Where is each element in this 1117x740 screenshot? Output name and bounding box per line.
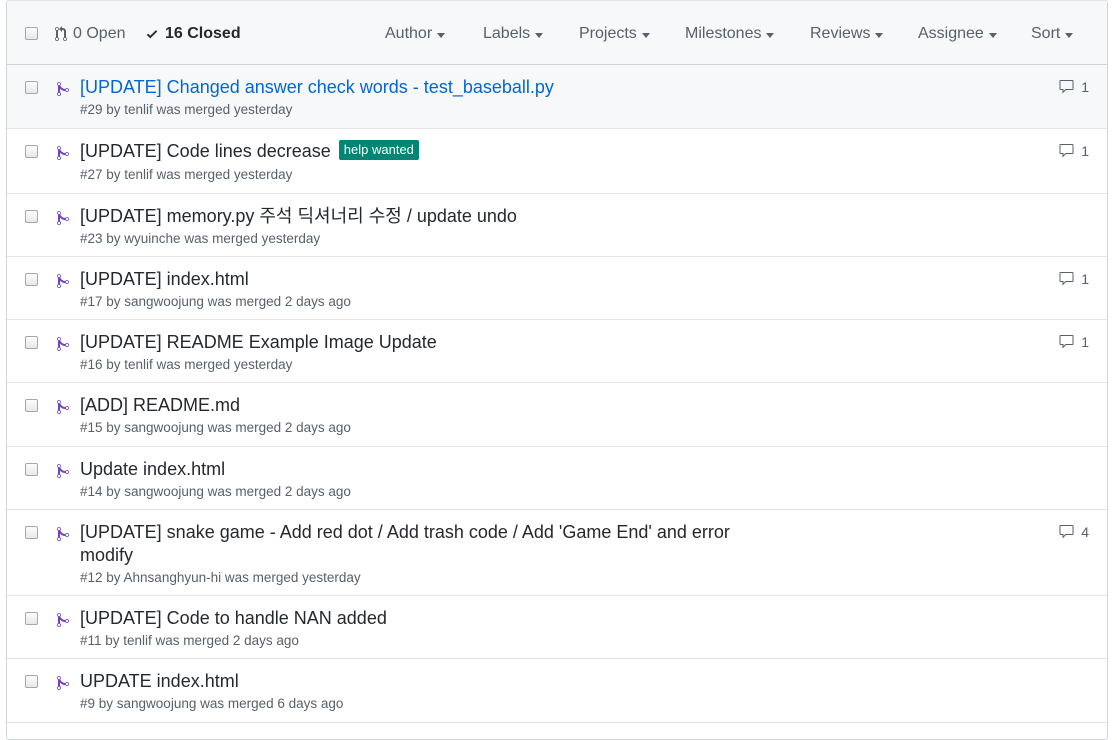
pull-request-meta: #23 by wyuinche was merged yesterday xyxy=(80,231,321,246)
git-merge-icon xyxy=(57,463,69,478)
comment-count: 1 xyxy=(1081,143,1089,159)
assignee-filter[interactable]: Assignee xyxy=(918,25,997,43)
sort-filter[interactable]: Sort xyxy=(1031,25,1074,43)
pull-request-title[interactable]: [UPDATE] README Example Image Update xyxy=(80,331,780,354)
milestones-filter-label: Milestones xyxy=(685,25,762,42)
pull-request-meta: #16 by tenlif was merged yesterday xyxy=(80,357,293,372)
comments-link[interactable]: 1 xyxy=(1058,79,1089,95)
pull-request-icon xyxy=(55,26,67,42)
caret-down-icon xyxy=(535,32,544,38)
comment-count: 1 xyxy=(1081,334,1089,350)
row-checkbox[interactable] xyxy=(25,612,38,625)
git-merge-icon xyxy=(57,273,69,288)
pull-request-title[interactable]: UPDATE index.html xyxy=(80,670,780,693)
pull-request-meta: #12 by Ahnsanghyun-hi was merged yesterd… xyxy=(80,570,361,585)
pull-request-row: [ADD] README.md #15 by sangwoojung was m… xyxy=(7,383,1107,447)
row-checkbox[interactable] xyxy=(25,145,38,158)
comment-icon xyxy=(1059,80,1074,94)
pull-request-title[interactable]: [UPDATE] index.html xyxy=(80,268,780,291)
pull-request-meta: #29 by tenlif was merged yesterday xyxy=(80,102,293,117)
projects-filter[interactable]: Projects xyxy=(579,25,650,43)
pull-request-meta: #9 by sangwoojung was merged 6 days ago xyxy=(80,696,344,711)
comment-count: 1 xyxy=(1081,271,1089,287)
labels-filter-label: Labels xyxy=(483,25,531,42)
row-checkbox[interactable] xyxy=(25,399,38,412)
pull-request-row: [UPDATE] Code to handle NAN added #11 by… xyxy=(7,596,1107,659)
caret-down-icon xyxy=(641,32,650,38)
open-filter[interactable]: 0 Open xyxy=(55,25,125,43)
pull-request-title[interactable]: Update index.html xyxy=(80,458,780,481)
reviews-filter[interactable]: Reviews xyxy=(810,25,884,43)
reviews-filter-label: Reviews xyxy=(810,25,871,42)
comment-count: 4 xyxy=(1081,524,1089,540)
comments-link[interactable]: 1 xyxy=(1058,334,1089,350)
pull-request-row: [UPDATE] Code lines decrease help wanted… xyxy=(7,129,1107,194)
assignee-filter-label: Assignee xyxy=(918,25,984,42)
pull-request-meta: #17 by sangwoojung was merged 2 days ago xyxy=(80,294,351,309)
closed-count: 16 Closed xyxy=(165,25,241,42)
git-merge-icon xyxy=(57,399,69,414)
row-checkbox[interactable] xyxy=(25,526,38,539)
comments-link[interactable]: 1 xyxy=(1058,271,1089,287)
comments-link[interactable]: 1 xyxy=(1058,143,1089,159)
pull-request-title[interactable]: [UPDATE] Changed answer check words - te… xyxy=(80,76,780,99)
author-filter-label: Author xyxy=(385,25,433,42)
pull-request-meta: #14 by sangwoojung was merged 2 days ago xyxy=(80,484,351,499)
caret-down-icon xyxy=(1065,32,1074,38)
pull-request-list: 0 Open 16 Closed Author Labels Projects … xyxy=(6,0,1108,740)
row-checkbox[interactable] xyxy=(25,336,38,349)
open-count: 0 Open xyxy=(73,25,126,42)
pull-request-title[interactable]: [UPDATE] memory.py 주석 딕셔너리 수정 / update u… xyxy=(80,205,780,228)
row-checkbox[interactable] xyxy=(25,210,38,223)
git-merge-icon xyxy=(57,336,69,351)
pull-request-title[interactable]: [UPDATE] Code to handle NAN added xyxy=(80,607,780,630)
comments-link[interactable]: 4 xyxy=(1058,524,1089,540)
comment-icon xyxy=(1059,144,1074,158)
comment-icon xyxy=(1059,335,1074,349)
pull-request-row: [UPDATE] index.html #17 by sangwoojung w… xyxy=(7,257,1107,320)
pull-request-title[interactable]: [UPDATE] Code lines decrease xyxy=(80,141,331,161)
comment-count: 1 xyxy=(1081,79,1089,95)
pull-request-row: UPDATE index.html #9 by sangwoojung was … xyxy=(7,659,1107,723)
pull-request-row: [UPDATE] Changed answer check words - te… xyxy=(7,65,1107,129)
author-filter[interactable]: Author xyxy=(385,25,446,43)
row-checkbox[interactable] xyxy=(25,273,38,286)
comment-icon xyxy=(1059,525,1074,539)
closed-filter[interactable]: 16 Closed xyxy=(145,25,241,43)
git-merge-icon xyxy=(57,675,69,690)
check-icon xyxy=(146,30,158,39)
pull-request-row: [UPDATE] memory.py 주석 딕셔너리 수정 / update u… xyxy=(7,194,1107,257)
pull-request-title[interactable]: [ADD] README.md xyxy=(80,394,780,417)
git-merge-icon xyxy=(57,210,69,225)
row-checkbox[interactable] xyxy=(25,81,38,94)
caret-down-icon xyxy=(988,32,997,38)
list-header: 0 Open 16 Closed Author Labels Projects … xyxy=(7,0,1107,65)
git-merge-icon xyxy=(57,81,69,97)
caret-down-icon xyxy=(766,32,775,38)
projects-filter-label: Projects xyxy=(579,25,637,42)
row-checkbox[interactable] xyxy=(25,463,38,476)
row-checkbox[interactable] xyxy=(25,675,38,688)
pull-request-row: Update index.html #14 by sangwoojung was… xyxy=(7,447,1107,510)
select-all-checkbox[interactable] xyxy=(25,27,38,40)
caret-down-icon xyxy=(437,32,446,38)
pull-request-meta: #27 by tenlif was merged yesterday xyxy=(80,167,293,182)
caret-down-icon xyxy=(875,32,884,38)
pull-request-row: [UPDATE] snake game - Add red dot / Add … xyxy=(7,510,1107,596)
comment-icon xyxy=(1059,272,1074,286)
pull-request-meta: #15 by sangwoojung was merged 2 days ago xyxy=(80,420,351,435)
git-merge-icon xyxy=(57,145,69,160)
help-wanted-label[interactable]: help wanted xyxy=(338,140,419,160)
pull-request-meta: #11 by tenlif was merged 2 days ago xyxy=(80,633,299,648)
milestones-filter[interactable]: Milestones xyxy=(685,25,775,43)
git-merge-icon xyxy=(57,526,69,541)
labels-filter[interactable]: Labels xyxy=(483,25,544,43)
pull-request-title[interactable]: [UPDATE] snake game - Add red dot / Add … xyxy=(80,521,770,567)
pull-request-row: [UPDATE] README Example Image Update #16… xyxy=(7,320,1107,383)
git-merge-icon xyxy=(57,612,69,627)
sort-filter-label: Sort xyxy=(1031,25,1061,42)
